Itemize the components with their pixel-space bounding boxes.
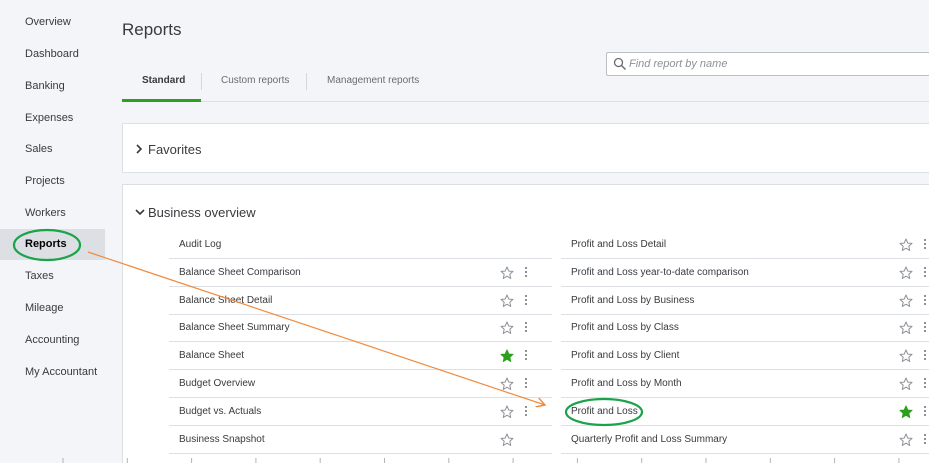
star-icon[interactable] bbox=[899, 321, 913, 335]
tab-custom-reports[interactable]: Custom reports bbox=[221, 75, 289, 86]
star-icon[interactable] bbox=[899, 377, 913, 391]
tabs-baseline bbox=[122, 101, 929, 102]
more-options-icon[interactable] bbox=[923, 433, 927, 447]
report-link[interactable]: Audit Log bbox=[179, 231, 221, 259]
search-box[interactable] bbox=[606, 52, 929, 76]
report-link[interactable]: Profit and Loss bbox=[571, 398, 638, 426]
bottom-ruler bbox=[62, 458, 900, 463]
more-options-icon[interactable] bbox=[524, 294, 528, 308]
more-options-icon[interactable] bbox=[923, 321, 927, 335]
star-filled-icon[interactable] bbox=[500, 349, 514, 363]
business-overview-section: Business overview Audit Log Balance Sheet… bbox=[122, 184, 929, 463]
more-options-icon[interactable] bbox=[923, 266, 927, 280]
report-row: Balance Sheet Detail bbox=[169, 287, 552, 315]
sidebar-item-dashboard[interactable]: Dashboard bbox=[0, 39, 105, 70]
tab-management-reports[interactable]: Management reports bbox=[327, 75, 419, 86]
main-content: Reports Standard Custom reports Manageme… bbox=[105, 0, 929, 463]
report-link[interactable]: Balance Sheet bbox=[179, 342, 244, 370]
report-link[interactable]: Balance Sheet Detail bbox=[179, 287, 272, 315]
report-link[interactable]: Budget Overview bbox=[179, 370, 255, 398]
report-link[interactable]: Profit and Loss by Class bbox=[571, 314, 679, 342]
favorites-title[interactable]: Favorites bbox=[148, 142, 201, 157]
more-options-icon[interactable] bbox=[923, 349, 927, 363]
active-tab-indicator bbox=[122, 99, 201, 102]
star-icon[interactable] bbox=[899, 238, 913, 252]
report-row: Profit and Loss by Class bbox=[561, 314, 929, 343]
more-options-icon[interactable] bbox=[923, 238, 927, 252]
report-row: Balance Sheet Summary bbox=[169, 314, 552, 343]
sidebar-item-mileage[interactable]: Mileage bbox=[0, 293, 105, 324]
report-link[interactable]: Business Snapshot bbox=[179, 426, 265, 454]
more-options-icon[interactable] bbox=[524, 321, 528, 335]
page-title: Reports bbox=[122, 20, 182, 39]
star-icon[interactable] bbox=[500, 266, 514, 280]
star-icon[interactable] bbox=[500, 433, 514, 447]
report-row: Profit and Loss by Business bbox=[561, 287, 929, 315]
sidebar-item-my-accountant[interactable]: My Accountant bbox=[0, 357, 105, 388]
sidebar-item-overview[interactable]: Overview bbox=[0, 7, 105, 38]
star-icon[interactable] bbox=[899, 433, 913, 447]
sidebar: Overview Dashboard Banking Expenses Sales Pro… bbox=[0, 0, 105, 463]
sidebar-item-banking[interactable]: Banking bbox=[0, 71, 105, 102]
report-row: Profit and Loss year-to-date comparison bbox=[561, 259, 929, 287]
search-input[interactable] bbox=[629, 55, 929, 73]
more-options-icon[interactable] bbox=[923, 377, 927, 391]
report-link[interactable]: Budget vs. Actuals bbox=[179, 398, 261, 426]
report-link[interactable]: Profit and Loss Detail bbox=[571, 231, 666, 259]
sidebar-item-expenses[interactable]: Expenses bbox=[0, 103, 105, 134]
report-row: Profit and Loss Detail bbox=[561, 231, 929, 259]
more-options-icon[interactable] bbox=[524, 405, 528, 419]
more-options-icon[interactable] bbox=[923, 294, 927, 308]
report-row: Quarterly Profit and Loss Summary bbox=[561, 426, 929, 454]
tab-standard[interactable]: Standard bbox=[142, 75, 185, 86]
sidebar-item-projects[interactable]: Projects bbox=[0, 166, 105, 197]
tab-divider bbox=[201, 73, 202, 90]
sidebar-item-reports[interactable]: Reports bbox=[0, 229, 105, 260]
star-filled-icon[interactable] bbox=[899, 405, 913, 419]
report-row: Balance Sheet bbox=[169, 342, 552, 371]
report-row: Profit and Loss bbox=[561, 398, 929, 426]
star-icon[interactable] bbox=[500, 321, 514, 335]
star-icon[interactable] bbox=[500, 294, 514, 308]
report-link[interactable]: Profit and Loss by Business bbox=[571, 287, 694, 315]
tab-divider bbox=[306, 73, 307, 90]
more-options-icon[interactable] bbox=[524, 349, 528, 363]
report-row: Profit and Loss by Client bbox=[561, 342, 929, 371]
report-row: Budget Overview bbox=[169, 370, 552, 398]
star-icon[interactable] bbox=[899, 266, 913, 280]
sidebar-item-taxes[interactable]: Taxes bbox=[0, 261, 105, 292]
sidebar-item-workers[interactable]: Workers bbox=[0, 198, 105, 229]
report-row: Audit Log bbox=[169, 231, 552, 259]
report-link[interactable]: Balance Sheet Summary bbox=[179, 314, 290, 342]
report-row: Business Snapshot bbox=[169, 426, 552, 454]
report-link[interactable]: Profit and Loss by Month bbox=[571, 370, 682, 398]
sidebar-item-accounting[interactable]: Accounting bbox=[0, 325, 105, 356]
report-row: Budget vs. Actuals bbox=[169, 398, 552, 426]
star-icon[interactable] bbox=[899, 349, 913, 363]
chevron-right-icon[interactable] bbox=[135, 144, 143, 154]
more-options-icon[interactable] bbox=[524, 266, 528, 280]
star-icon[interactable] bbox=[500, 377, 514, 391]
report-link[interactable]: Profit and Loss by Client bbox=[571, 342, 679, 370]
sidebar-item-sales[interactable]: Sales bbox=[0, 134, 105, 165]
report-link[interactable]: Profit and Loss year-to-date comparison bbox=[571, 259, 749, 287]
report-row: Balance Sheet Comparison bbox=[169, 259, 552, 287]
favorites-section: Favorites bbox=[122, 123, 929, 173]
search-icon bbox=[613, 57, 627, 71]
star-icon[interactable] bbox=[500, 405, 514, 419]
star-icon[interactable] bbox=[899, 294, 913, 308]
report-link[interactable]: Quarterly Profit and Loss Summary bbox=[571, 426, 727, 454]
more-options-icon[interactable] bbox=[524, 377, 528, 391]
report-row: Profit and Loss by Month bbox=[561, 370, 929, 398]
more-options-icon[interactable] bbox=[923, 405, 927, 419]
business-overview-title[interactable]: Business overview bbox=[148, 205, 256, 220]
chevron-down-icon[interactable] bbox=[135, 208, 145, 216]
report-link[interactable]: Balance Sheet Comparison bbox=[179, 259, 301, 287]
